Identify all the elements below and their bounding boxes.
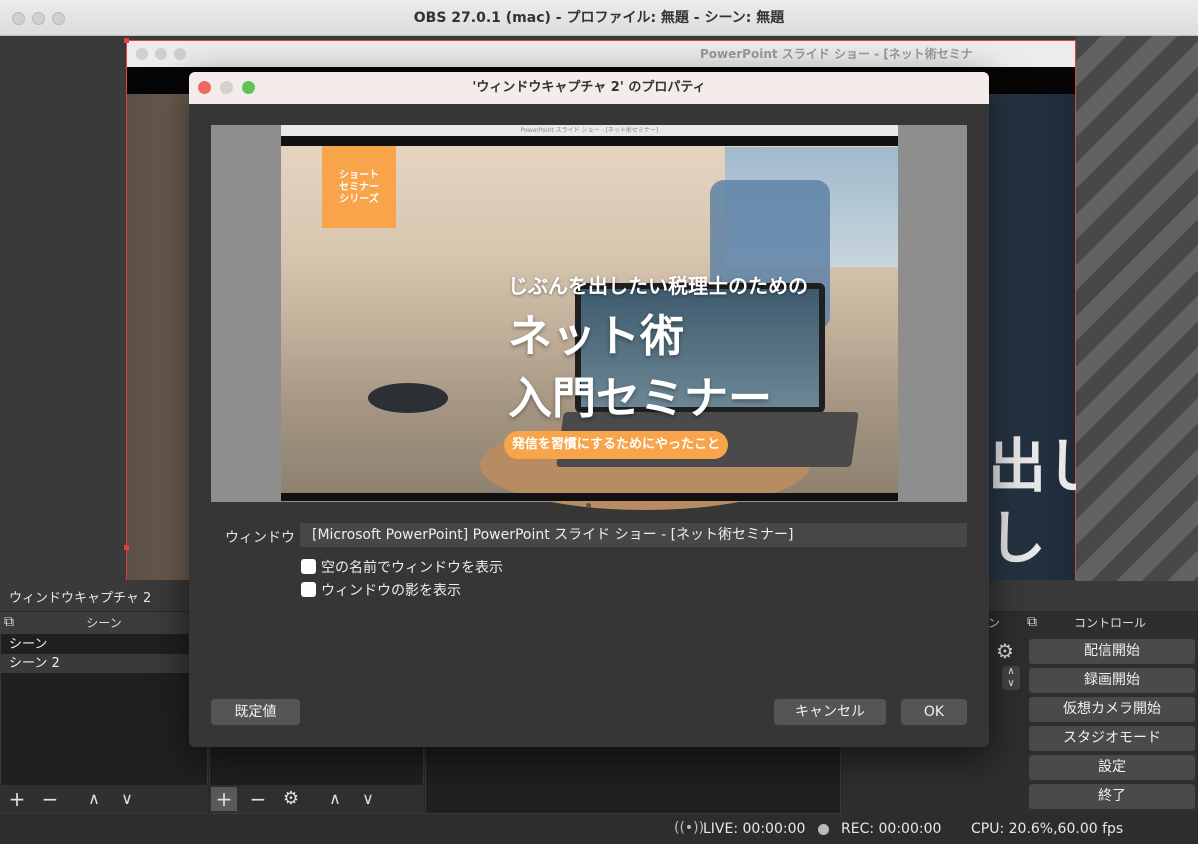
- window-field-label: ウィンドウ: [225, 530, 295, 546]
- move-source-down-button[interactable]: ∨: [355, 787, 381, 811]
- start-streaming-button[interactable]: 配信開始: [1029, 639, 1195, 664]
- show-shadow-checkbox[interactable]: [301, 582, 316, 597]
- preview-window-title: PowerPoint スライド ショー - [ネット術セミナー]: [520, 127, 659, 134]
- window-select[interactable]: [Microsoft PowerPoint] PowerPoint スライド シ…: [300, 523, 967, 547]
- captured-window-title: PowerPoint スライド ショー - [ネット術セミナ: [700, 47, 973, 61]
- live-signal-icon: ((•)): [674, 820, 705, 836]
- add-scene-button[interactable]: +: [4, 787, 30, 811]
- scenes-toolbar: + − ∧ ∨: [0, 785, 208, 813]
- dock-float-icon[interactable]: ⧉: [4, 614, 14, 630]
- stepper-down-icon[interactable]: ∨: [1007, 678, 1014, 689]
- selected-source-name: ウィンドウキャプチャ 2: [9, 591, 152, 606]
- transition-settings-icon[interactable]: ⚙: [996, 639, 1014, 663]
- show-empty-names-label: 空の名前でウィンドウを表示: [321, 560, 503, 576]
- live-time: LIVE: 00:00:00: [703, 821, 806, 837]
- captured-slide-text: 出し し: [988, 432, 1076, 572]
- show-empty-names-checkbox[interactable]: [301, 559, 316, 574]
- preview-letterbox: [281, 136, 898, 146]
- rec-dot-icon: [818, 824, 829, 835]
- scene-list-item[interactable]: シーン: [1, 635, 207, 654]
- captured-min-dot: [155, 48, 167, 60]
- slide-floor-disc: [368, 383, 448, 413]
- slide-badge-text: ショート セミナー シリーズ: [339, 170, 379, 205]
- canvas-outside-area: [1076, 36, 1198, 581]
- sources-toolbar: + − ⚙ ∧ ∨: [209, 785, 424, 813]
- cpu-fps: CPU: 20.6%,60.00 fps: [971, 821, 1124, 837]
- add-source-button[interactable]: +: [211, 787, 237, 811]
- move-scene-down-button[interactable]: ∨: [114, 787, 140, 811]
- preview-splitter-handle[interactable]: [586, 503, 591, 508]
- dialog-title: 'ウィンドウキャプチャ 2' のプロパティ: [472, 80, 706, 95]
- slide-tagline: 発信を習慣にするためにやったこと: [504, 431, 728, 459]
- dock-float-icon[interactable]: ⧉: [1027, 614, 1037, 630]
- transitions-dock-title: ン: [988, 616, 1001, 630]
- start-recording-button[interactable]: 録画開始: [1029, 668, 1195, 693]
- show-shadow-label: ウィンドウの影を表示: [321, 583, 461, 599]
- preview-letterbox: [281, 493, 898, 501]
- settings-button[interactable]: 設定: [1029, 755, 1195, 780]
- window-title: OBS 27.0.1 (mac) - プロファイル: 無題 - シーン: 無題: [413, 10, 785, 26]
- remove-source-button[interactable]: −: [245, 787, 271, 811]
- captured-close-dot: [136, 48, 148, 60]
- rec-time: REC: 00:00:00: [841, 821, 942, 837]
- cancel-button[interactable]: キャンセル: [774, 699, 886, 725]
- controls-dock-title: コントロール: [1022, 612, 1198, 634]
- slide-title-line1: ネット術: [508, 311, 684, 362]
- scenes-dock-title: シーン: [0, 612, 208, 634]
- remove-scene-button[interactable]: −: [37, 787, 63, 811]
- move-source-up-button[interactable]: ∧: [322, 787, 348, 811]
- duration-stepper[interactable]: ∧ ∨: [1002, 666, 1020, 690]
- start-virtual-camera-button[interactable]: 仮想カメラ開始: [1029, 697, 1195, 722]
- ok-button[interactable]: OK: [901, 699, 967, 725]
- slide-title-line2: 入門セミナー: [508, 373, 772, 424]
- defaults-button[interactable]: 既定値: [211, 699, 300, 725]
- move-scene-up-button[interactable]: ∧: [81, 787, 107, 811]
- stepper-up-icon[interactable]: ∧: [1007, 666, 1014, 677]
- slide-subtitle: じぶんを出したい税理士のための: [508, 274, 808, 298]
- exit-button[interactable]: 終了: [1029, 784, 1195, 809]
- resize-handle[interactable]: [124, 38, 129, 43]
- captured-zoom-dot: [174, 48, 186, 60]
- status-bar: ((•)) LIVE: 00:00:00 REC: 00:00:00 CPU: …: [0, 814, 1198, 844]
- source-properties-icon[interactable]: ⚙: [278, 787, 304, 811]
- scene-list-item[interactable]: シーン 2: [1, 654, 207, 673]
- resize-handle[interactable]: [124, 545, 129, 550]
- studio-mode-button[interactable]: スタジオモード: [1029, 726, 1195, 751]
